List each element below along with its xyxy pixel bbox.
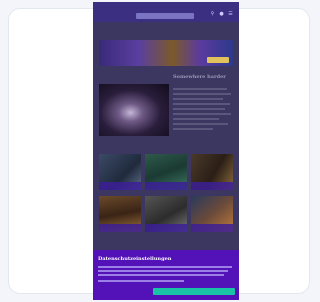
consent-text-line [98, 266, 232, 268]
tile-caption [99, 182, 141, 190]
featured-text-line [173, 98, 223, 100]
banner-cta-button[interactable] [207, 57, 229, 63]
user-icon[interactable]: ● [219, 12, 224, 17]
tile-caption [145, 224, 187, 232]
search-icon[interactable]: ⚲ [210, 12, 215, 17]
tile-caption [191, 182, 233, 190]
article-tile[interactable] [145, 154, 187, 190]
featured-image[interactable] [99, 84, 169, 136]
featured-text-line [173, 128, 213, 130]
featured-text-line [173, 88, 227, 90]
ad-banner[interactable] [99, 40, 233, 66]
featured-title[interactable]: Somewhere harder [173, 74, 235, 80]
article-tile[interactable] [191, 154, 233, 190]
featured-text-line [173, 113, 231, 115]
top-navigation-bar: ⚲ ● ☰ [93, 2, 239, 22]
consent-accept-button[interactable] [153, 288, 235, 295]
featured-text-line [173, 108, 225, 110]
search-input[interactable] [136, 13, 194, 19]
article-tile[interactable] [145, 196, 187, 232]
tile-caption [191, 224, 233, 232]
consent-text-line [98, 270, 228, 272]
consent-text-line [98, 274, 224, 276]
tile-caption [99, 224, 141, 232]
article-tile[interactable] [191, 196, 233, 232]
site-logo[interactable] [97, 8, 127, 14]
phone-screenshot: ⚲ ● ☰ Somewhere harder Datenschutzeinste… [93, 2, 239, 300]
consent-text-line [98, 280, 184, 282]
article-tile[interactable] [99, 196, 141, 232]
featured-text-line [173, 93, 231, 95]
tile-caption [145, 182, 187, 190]
cookie-consent-dialog: Datenschutzeinstellungen [93, 250, 239, 300]
menu-icon[interactable]: ☰ [228, 12, 233, 17]
featured-text-line [173, 103, 230, 105]
featured-text-line [173, 123, 228, 125]
consent-title: Datenschutzeinstellungen [98, 256, 172, 262]
consent-settings-button[interactable] [98, 289, 132, 295]
featured-text-line [173, 118, 219, 120]
article-tile[interactable] [99, 154, 141, 190]
